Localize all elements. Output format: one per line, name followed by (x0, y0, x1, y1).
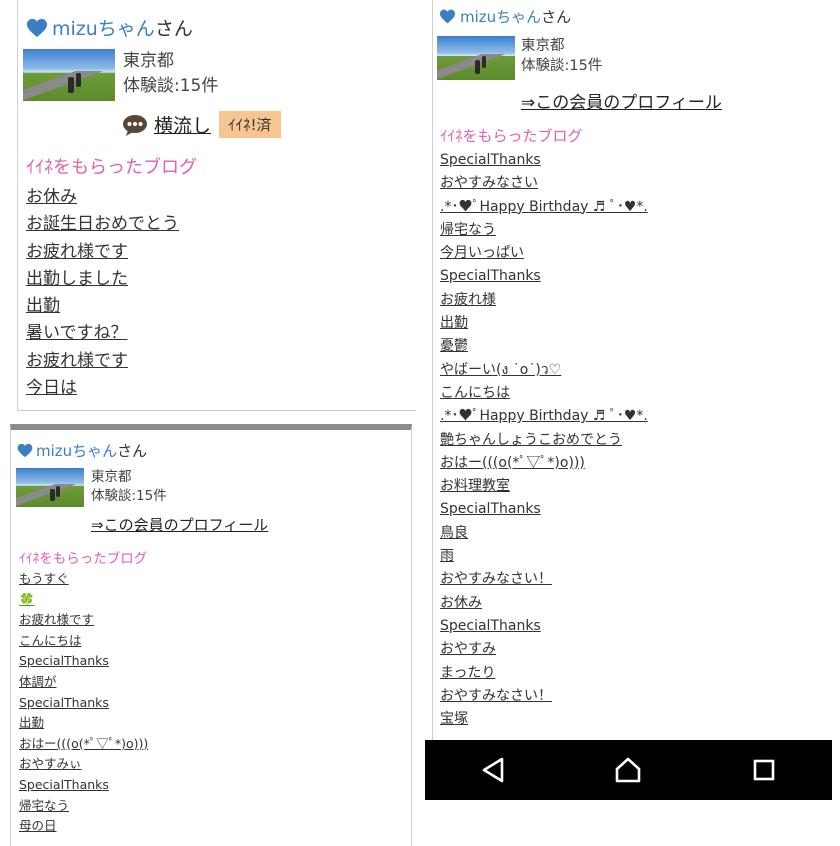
experience-count: 体験談:15件 (521, 58, 603, 74)
blog-link[interactable]: お料理教室 (440, 475, 648, 498)
screenshot-panel-b: mizuちゃん さん 東京都 体験談:15件 ⇒この会員のプロフィール ｲｲﾈをも… (10, 424, 412, 846)
blog-link[interactable]: お疲れ様です (26, 239, 179, 266)
blog-link[interactable]: 艶ちゃんしょうこおめでとう (440, 429, 648, 452)
blog-link[interactable]: SpecialThanks (440, 498, 648, 521)
blog-link[interactable]: SpecialThanks (440, 149, 648, 172)
recents-square-icon (753, 759, 775, 781)
blog-link[interactable]: 雨 (440, 545, 648, 568)
blog-link[interactable]: .*･♥ﾟHappy Birthday ♬ ﾟ･♥*. (440, 405, 648, 428)
blog-link[interactable]: お休み (26, 184, 179, 211)
blog-link[interactable]: もうすぐ (19, 569, 148, 590)
blog-link[interactable]: おやすみなさい (440, 172, 648, 195)
screenshot-panel-c: mizuちゃん さん 東京都 体験談:15件 ⇒この会員のプロフィール ｲｲﾈをも… (432, 0, 835, 742)
blog-link[interactable]: 憂鬱 (440, 335, 648, 358)
experience-count: 体験談:15件 (123, 76, 219, 96)
member-profile: 東京都 体験談:15件 (437, 36, 602, 80)
blog-link[interactable]: SpecialThanks (19, 693, 148, 714)
android-navigation-bar (425, 740, 832, 800)
home-button[interactable] (608, 750, 648, 790)
blog-link[interactable]: おやすみなさい！ (440, 568, 648, 591)
blog-link[interactable]: 出勤しました (26, 266, 179, 293)
heart-icon (27, 18, 47, 37)
avatar[interactable] (23, 49, 115, 101)
clover-link[interactable]: 🍀 (19, 590, 148, 611)
blog-link[interactable]: 母の日 (19, 816, 148, 837)
member-name[interactable]: mizuちゃん (460, 6, 541, 27)
home-icon (616, 757, 641, 783)
member-header: mizuちゃん さん (17, 440, 147, 461)
section-title: ｲｲﾈをもらったブログ (19, 551, 148, 567)
blog-list: もうすぐ 🍀 お疲れ様です こんにちは SpecialThanks 体調が Sp… (19, 569, 148, 837)
heart-icon (17, 443, 33, 458)
blog-link[interactable]: SpecialThanks (440, 615, 648, 638)
blog-link[interactable]: 今月いっぱい (440, 242, 648, 265)
iine-button[interactable]: ｲｲﾈ!済 (219, 111, 281, 138)
avatar[interactable] (16, 468, 84, 507)
blog-link[interactable]: 今日は (26, 375, 179, 402)
blog-link[interactable]: 出勤 (440, 312, 648, 335)
section-title: ｲｲﾈをもらったブログ (440, 127, 583, 145)
blog-list: SpecialThanks おやすみなさい .*･♥ﾟHappy Birthda… (440, 149, 648, 731)
location: 東京都 (521, 38, 565, 54)
blog-link[interactable]: おやすみなさい！ (440, 685, 648, 708)
blog-link[interactable]: 帰宅なう (440, 219, 648, 242)
member-name[interactable]: mizuちゃん (52, 14, 155, 41)
action-row: 横流し ｲｲﾈ!済 (122, 111, 281, 138)
blog-link[interactable]: 出勤 (26, 293, 179, 320)
blog-link[interactable]: 帰宅なう (19, 796, 148, 817)
screenshot-panel-a: mizuちゃん さん 東京都 体験談:15件 横流し ｲｲﾈ!済 ｲｲﾈをもらった… (17, 0, 416, 411)
recents-button[interactable] (744, 750, 784, 790)
blog-link[interactable]: お疲れ様 (440, 289, 648, 312)
blog-link[interactable]: おやすみぃ (19, 754, 148, 775)
honorific: さん (117, 442, 148, 460)
back-button[interactable] (473, 750, 513, 790)
blog-link[interactable]: .*･♥ﾟHappy Birthday ♬ ﾟ･♥*. (440, 196, 648, 219)
profile-link[interactable]: ⇒この会員のプロフィール (91, 514, 268, 535)
blog-link[interactable]: お疲れ様です (26, 348, 179, 375)
blog-link[interactable]: SpecialThanks (440, 265, 648, 288)
member-name[interactable]: mizuちゃん (36, 440, 117, 461)
member-header: mizuちゃん さん (26, 14, 193, 41)
member-profile: 東京都 体験談:15件 (23, 49, 218, 101)
location: 東京都 (91, 469, 132, 485)
blog-link[interactable]: SpecialThanks (19, 651, 148, 672)
blog-link[interactable]: 宝塚 (440, 708, 648, 731)
chat-bubble-icon (123, 114, 147, 136)
blog-list: お休み お誕生日おめでとう お疲れ様です 出勤しました 出勤 暑いですね？ お疲… (26, 184, 179, 402)
experience-count: 体験談:15件 (91, 488, 167, 504)
blog-link[interactable]: SpecialThanks (19, 775, 148, 796)
blog-link[interactable]: まったり (440, 662, 648, 685)
blog-link[interactable]: おはー(((o(*ﾟ▽ﾟ*)o))) (19, 734, 148, 755)
blog-link[interactable]: 出勤 (19, 713, 148, 734)
heart-icon (440, 9, 455, 24)
back-triangle-icon (482, 757, 504, 783)
honorific: さん (154, 18, 193, 40)
blog-link[interactable]: こんにちは (440, 382, 648, 405)
blog-link[interactable]: おやすみ (440, 638, 648, 661)
blog-link[interactable]: お休み (440, 592, 648, 615)
section-title: ｲｲﾈをもらったブログ (26, 157, 197, 178)
share-link[interactable]: 横流し (154, 111, 211, 138)
member-profile: 東京都 体験談:15件 (16, 468, 167, 507)
location: 東京都 (123, 51, 174, 71)
blog-link[interactable]: 体調が (19, 672, 148, 693)
blog-link[interactable]: 鳥良 (440, 522, 648, 545)
blog-link[interactable]: やばーい(ง ˙o˙)ว♡ (440, 359, 648, 382)
blog-link[interactable]: こんにちは (19, 631, 148, 652)
blog-link[interactable]: お誕生日おめでとう (26, 211, 179, 238)
blog-link[interactable]: 暑いですね？ (26, 320, 179, 347)
profile-link[interactable]: ⇒この会員のプロフィール (521, 88, 722, 113)
blog-link[interactable]: おはー(((o(*ﾟ▽ﾟ*)o))) (440, 452, 648, 475)
member-header: mizuちゃん さん (439, 6, 571, 27)
honorific: さん (541, 8, 572, 26)
blog-link[interactable]: お疲れ様です (19, 610, 148, 631)
avatar[interactable] (437, 36, 515, 80)
